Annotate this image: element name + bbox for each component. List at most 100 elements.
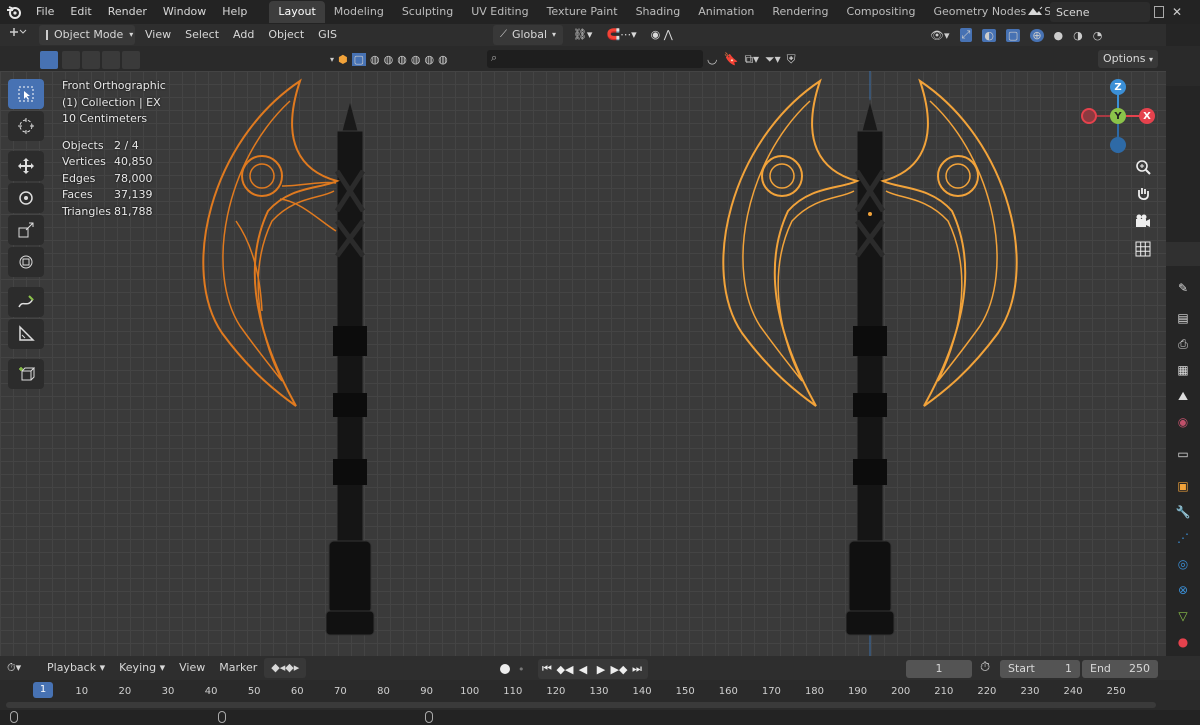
blender-logo-icon[interactable] [0, 0, 28, 24]
outliner-search-input[interactable]: ⌕ [487, 50, 703, 68]
data-properties-icon[interactable]: ▽ [1175, 608, 1191, 624]
tab-geometry-nodes[interactable]: Geometry Nodes [924, 1, 1035, 23]
overlay-toggle-icon[interactable]: ◐ [982, 28, 996, 42]
tab-sculpting[interactable]: Sculpting [393, 1, 462, 23]
output-properties-icon[interactable]: ⎙ [1175, 336, 1191, 352]
tab-texture-paint[interactable]: Texture Paint [538, 1, 627, 23]
menu-help[interactable]: Help [214, 0, 255, 24]
scene-selector-icon[interactable] [1022, 2, 1048, 22]
menu-playback[interactable]: Playback ▾ [40, 658, 112, 678]
filter-shading-1-icon[interactable]: ◍ [370, 53, 380, 66]
transform-tool-button[interactable] [8, 247, 44, 277]
play-reverse-icon[interactable]: ◀ [574, 663, 592, 676]
filter-shading-3-icon[interactable]: ◍ [397, 53, 407, 66]
mode-dropdown[interactable]: Object Mode ▾ [39, 25, 135, 45]
constraints-properties-icon[interactable]: ⊗ [1175, 582, 1191, 598]
select-invert-mode-icon[interactable] [102, 51, 120, 69]
current-frame-field[interactable]: 1 [906, 660, 972, 678]
menu-file[interactable]: File [28, 0, 62, 24]
record-icon[interactable] [500, 664, 510, 674]
rotate-tool-button[interactable] [8, 183, 44, 213]
tab-uv-editing[interactable]: UV Editing [462, 1, 537, 23]
gizmo-neg-z-axis[interactable] [1110, 137, 1126, 153]
particles-properties-icon[interactable]: ⋰ [1175, 530, 1191, 546]
menu-edit[interactable]: Edit [62, 0, 99, 24]
select-tool-button[interactable] [8, 79, 44, 109]
menu-timeline-view[interactable]: View [172, 658, 212, 678]
xray-toggle-icon[interactable]: ▢ [1005, 28, 1021, 42]
play-icon[interactable]: ▶ [592, 663, 610, 676]
scale-tool-button[interactable] [8, 215, 44, 245]
gizmo-z-axis[interactable]: Z [1110, 79, 1126, 95]
menu-gis[interactable]: GIS [311, 25, 344, 45]
prev-keyframe-icon[interactable]: ◆◀ [556, 663, 574, 676]
collection-properties-icon[interactable]: ▭ [1175, 446, 1191, 462]
physics-properties-icon[interactable]: ◎ [1175, 556, 1191, 572]
axe-left[interactable] [202, 78, 375, 636]
filter-shading-6-icon[interactable]: ◍ [438, 53, 448, 66]
outliner-collapsed[interactable] [1166, 46, 1200, 86]
menu-window[interactable]: Window [155, 0, 214, 24]
tab-shading[interactable]: Shading [627, 1, 690, 23]
gizmo-neg-x-axis[interactable] [1081, 108, 1097, 124]
visibility-icon[interactable]: 👁▾ [930, 29, 950, 42]
jump-end-icon[interactable]: ⏭ [628, 662, 646, 676]
properties-header[interactable] [1166, 242, 1200, 266]
filter-shading-5-icon[interactable]: ◍ [424, 53, 434, 66]
object-properties-icon[interactable]: ▣ [1175, 478, 1191, 494]
snap-icon[interactable]: 🧲⋯▾ [599, 25, 643, 45]
zoom-icon[interactable] [1130, 154, 1156, 180]
jump-start-icon[interactable]: ⏮ [538, 662, 556, 676]
pivot-icon[interactable]: ⛓▾ [566, 25, 600, 45]
3d-viewport[interactable] [0, 71, 1166, 656]
scene-properties-icon[interactable]: ⛰ [1175, 388, 1191, 404]
shield-icon[interactable]: ⛨ [787, 52, 796, 67]
move-tool-button[interactable] [8, 151, 44, 181]
select-extend-mode-icon[interactable] [62, 51, 80, 69]
menu-view[interactable]: View [138, 25, 178, 45]
render-properties-icon[interactable]: ▤ [1175, 310, 1191, 326]
perspective-grid-icon[interactable] [1130, 236, 1156, 262]
filter-dropdown-icon[interactable]: ▾ [330, 55, 334, 64]
navigation-gizmo[interactable]: Z Y X [1080, 78, 1160, 154]
tab-rendering[interactable]: Rendering [763, 1, 837, 23]
gizmo-x-axis[interactable]: X [1139, 108, 1155, 124]
next-keyframe-icon[interactable]: ▶◆ [610, 663, 628, 676]
end-frame-field[interactable]: End 250 [1082, 660, 1158, 678]
stopwatch-icon[interactable]: ⏱ [980, 660, 990, 675]
material-shading-icon[interactable]: ◑ [1073, 29, 1083, 42]
timeline-body[interactable] [0, 700, 1200, 710]
wireframe-shading-icon[interactable]: ⊕ [1030, 28, 1044, 42]
menu-keying[interactable]: Keying ▾ [112, 658, 172, 678]
close-icon[interactable]: ✕ [1172, 5, 1182, 19]
filter-selected-icon[interactable]: ▢ [351, 52, 367, 66]
world-properties-icon[interactable]: ◉ [1175, 414, 1191, 430]
filter-shading-2-icon[interactable]: ◍ [384, 53, 394, 66]
menu-select[interactable]: Select [178, 25, 226, 45]
pan-hand-icon[interactable] [1130, 181, 1156, 207]
cursor-tool-button[interactable] [8, 111, 44, 141]
rendered-shading-icon[interactable]: ◔ [1093, 29, 1103, 42]
playhead[interactable]: 1 [33, 682, 53, 698]
menu-marker[interactable]: Marker [212, 658, 264, 678]
material-properties-icon[interactable]: ● [1175, 634, 1191, 650]
filter-shading-4-icon[interactable]: ◍ [411, 53, 421, 66]
editor-type-icon[interactable] [0, 25, 36, 45]
view-layer-properties-icon[interactable]: ▦ [1175, 362, 1191, 378]
sync-icon[interactable]: ◡ [707, 52, 717, 66]
proportional-edit-icon[interactable]: ◉ ⋀ [644, 25, 680, 45]
options-dropdown[interactable]: Options ▾ [1098, 50, 1158, 68]
menu-object[interactable]: Object [261, 25, 311, 45]
tab-modeling[interactable]: Modeling [325, 1, 393, 23]
axe-right[interactable] [722, 78, 1018, 636]
gizmo-toggle-icon[interactable]: ⤢ [959, 28, 973, 42]
start-frame-field[interactable]: Start 1 [1000, 660, 1080, 678]
menu-render[interactable]: Render [100, 0, 155, 24]
measure-tool-button[interactable] [8, 319, 44, 349]
camera-view-icon[interactable] [1130, 208, 1156, 234]
tab-animation[interactable]: Animation [689, 1, 763, 23]
auto-key-icon[interactable]: • [518, 663, 525, 676]
funnel-icon[interactable]: ⏷▾ [765, 52, 781, 67]
select-subtract-mode-icon[interactable] [82, 51, 100, 69]
modifier-properties-icon[interactable]: 🔧 [1175, 504, 1191, 520]
